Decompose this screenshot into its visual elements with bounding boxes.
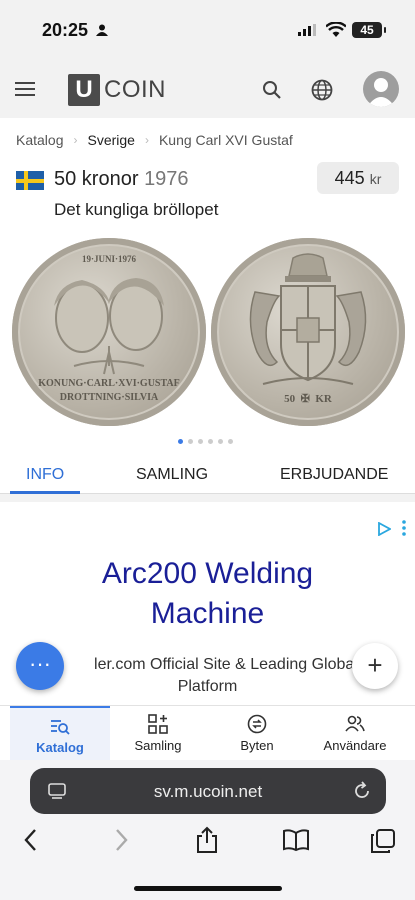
- breadcrumb-katalog[interactable]: Katalog: [16, 132, 63, 148]
- ad-more-icon[interactable]: [402, 520, 406, 536]
- ad-title[interactable]: Arc200 Welding Machine: [0, 554, 415, 634]
- carousel-dot[interactable]: [188, 439, 193, 444]
- status-time: 20:25: [42, 20, 89, 40]
- users-icon: [345, 715, 365, 732]
- battery-indicator: 45: [352, 22, 386, 38]
- carousel-dot[interactable]: [218, 439, 223, 444]
- coin-denomination: 50 kronor: [54, 168, 139, 190]
- coin-tabs: INFO SAMLING ERBJUDANDE: [0, 456, 415, 494]
- avatar-silhouette-icon: [367, 78, 395, 107]
- more-options-fab[interactable]: ···: [16, 642, 64, 690]
- logo-letter: U: [68, 74, 100, 106]
- hamburger-menu-icon[interactable]: [14, 78, 36, 100]
- price-badge[interactable]: 445 kr: [317, 162, 399, 194]
- ad-title-line1: Arc200 Welding: [101, 557, 314, 590]
- carousel-dot[interactable]: [208, 439, 213, 444]
- nav-byten-label: Byten: [240, 738, 274, 753]
- carousel-dots[interactable]: [178, 439, 233, 444]
- reverse-value-unit: KR: [315, 393, 332, 405]
- reverse-value: 50 ✠ KR: [284, 393, 332, 405]
- tab-erbjudande[interactable]: ERBJUDANDE: [280, 466, 388, 484]
- bottom-navigation: Katalog Samling Byten Användare: [0, 705, 415, 761]
- logo-text: COIN: [104, 76, 166, 103]
- user-avatar[interactable]: [363, 71, 399, 107]
- share-icon[interactable]: [196, 826, 218, 854]
- coin-title: 50 kronor 1976: [54, 168, 189, 191]
- coin-subtitle: Det kungliga bröllopet: [54, 200, 219, 219]
- tab-samling[interactable]: SAMLING: [136, 466, 208, 484]
- ad-choices-icon[interactable]: [377, 522, 391, 536]
- search-icon[interactable]: [262, 80, 282, 100]
- forward-icon[interactable]: [112, 828, 130, 852]
- nav-samling[interactable]: Samling: [108, 706, 208, 761]
- coin-page: Katalog › Sverige › Kung Carl XVI Gustaf…: [0, 118, 415, 705]
- breadcrumb-separator-icon: ›: [144, 133, 149, 147]
- nav-anvandare-label: Användare: [323, 738, 387, 753]
- home-indicator: [134, 886, 282, 891]
- coin-year: 1976: [144, 168, 189, 190]
- price-currency: kr: [369, 171, 382, 187]
- carousel-dot[interactable]: [228, 439, 233, 444]
- reload-icon[interactable]: [352, 781, 372, 801]
- address-bar[interactable]: sv.m.ucoin.net: [30, 768, 386, 814]
- cellular-signal-icon: [298, 24, 316, 36]
- royal-couple-portrait-icon: [54, 278, 164, 375]
- breadcrumb-ruler[interactable]: Kung Carl XVI Gustaf: [159, 132, 293, 148]
- catalog-search-icon: [51, 720, 70, 735]
- url-text: sv.m.ucoin.net: [153, 782, 263, 801]
- tabs-overview-icon[interactable]: [370, 828, 396, 854]
- exchange-icon: [247, 714, 267, 734]
- add-fab[interactable]: +: [352, 643, 398, 689]
- obverse-legend-line1: KONUNG·CARL·XVI·GUSTAF: [38, 378, 180, 389]
- back-icon[interactable]: [22, 828, 40, 852]
- nav-samling-label: Samling: [134, 738, 182, 753]
- ucoin-logo[interactable]: U COIN: [68, 74, 166, 106]
- nav-byten[interactable]: Byten: [207, 706, 307, 761]
- coin-reverse-image[interactable]: 50 ✠ KR: [211, 238, 405, 426]
- coat-of-arms-icon: [249, 253, 367, 385]
- obverse-date: 19·JUNI·1976: [81, 254, 136, 264]
- nav-katalog[interactable]: Katalog: [10, 706, 110, 761]
- price-value: 445: [334, 168, 365, 188]
- carousel-dot[interactable]: [178, 439, 183, 444]
- ad-desc-line2: Platform: [177, 678, 238, 695]
- breadcrumb-country[interactable]: Sverige: [87, 132, 134, 148]
- grid-plus-icon: [148, 714, 168, 734]
- bookmarks-icon[interactable]: [282, 828, 310, 852]
- app-header: U COIN: [0, 62, 415, 118]
- person-icon: [96, 24, 108, 36]
- breadcrumb: Katalog › Sverige › Kung Carl XVI Gustaf: [16, 132, 293, 148]
- reverse-value-number: 50: [284, 393, 296, 405]
- wifi-icon: [326, 22, 346, 37]
- breadcrumb-separator-icon: ›: [73, 133, 78, 147]
- ad-title-line2: Machine: [150, 597, 265, 630]
- status-bar: 20:25 45: [0, 0, 415, 62]
- sweden-flag-icon: [16, 171, 44, 190]
- obverse-legend-line2: DROTTNING·SILVIA: [59, 392, 159, 403]
- coin-obverse-image[interactable]: 19·JUNI·1976 KONUNG·CARL·XVI·GUSTAF DROT…: [12, 238, 206, 426]
- nav-anvandare[interactable]: Användare: [305, 706, 405, 761]
- tab-info[interactable]: INFO: [26, 466, 64, 484]
- nav-katalog-label: Katalog: [36, 740, 84, 755]
- browser-toolbar: sv.m.ucoin.net: [0, 760, 415, 900]
- globe-icon[interactable]: [311, 79, 333, 101]
- carousel-dot[interactable]: [198, 439, 203, 444]
